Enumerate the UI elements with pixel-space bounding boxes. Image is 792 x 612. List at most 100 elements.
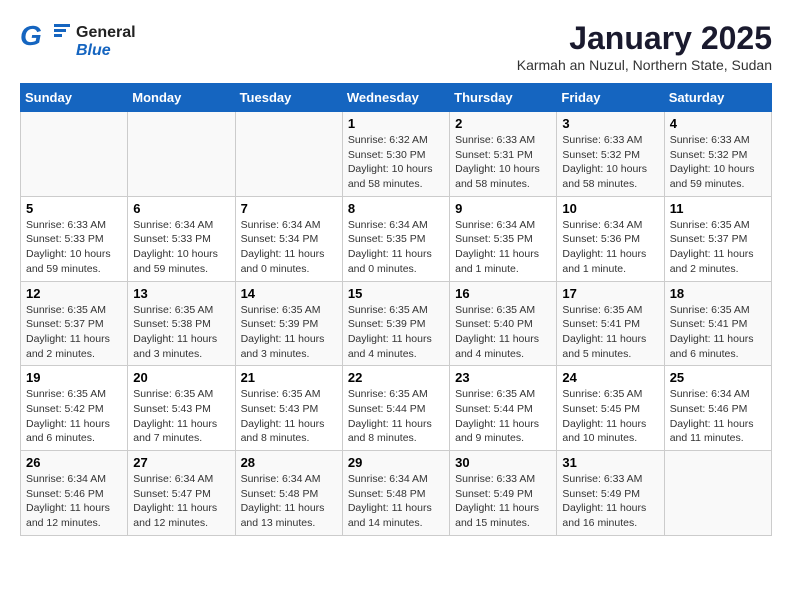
day-info: Sunrise: 6:35 AM Sunset: 5:37 PM Dayligh…	[670, 218, 766, 277]
month-title: January 2025	[517, 20, 772, 57]
logo-text-block: General Blue	[76, 24, 136, 59]
day-number: 30	[455, 455, 551, 470]
day-number: 27	[133, 455, 229, 470]
calendar-cell	[235, 112, 342, 197]
calendar-cell: 13 Sunrise: 6:35 AM Sunset: 5:38 PM Dayli…	[128, 281, 235, 366]
day-info: Sunrise: 6:34 AM Sunset: 5:46 PM Dayligh…	[670, 387, 766, 446]
day-info: Sunrise: 6:35 AM Sunset: 5:44 PM Dayligh…	[348, 387, 444, 446]
calendar-cell: 14 Sunrise: 6:35 AM Sunset: 5:39 PM Dayli…	[235, 281, 342, 366]
calendar-cell: 8 Sunrise: 6:34 AM Sunset: 5:35 PM Daylig…	[342, 196, 449, 281]
calendar-cell	[21, 112, 128, 197]
calendar-cell	[128, 112, 235, 197]
calendar-cell: 9Sunrise: 6:34 AM Sunset: 5:35 PM Daylig…	[450, 196, 557, 281]
day-info: Sunrise: 6:35 AM Sunset: 5:39 PM Dayligh…	[241, 303, 337, 362]
day-number: 5	[26, 201, 122, 216]
calendar-cell: 27 Sunrise: 6:34 AM Sunset: 5:47 PM Dayli…	[128, 451, 235, 536]
day-info: Sunrise: 6:35 AM Sunset: 5:43 PM Dayligh…	[133, 387, 229, 446]
day-number: 24	[562, 370, 658, 385]
logo-g-letter: G	[20, 20, 42, 52]
day-info: Sunrise: 6:35 AM Sunset: 5:37 PM Dayligh…	[26, 303, 122, 362]
day-number: 25	[670, 370, 766, 385]
day-info: Sunrise: 6:34 AM Sunset: 5:48 PM Dayligh…	[241, 472, 337, 531]
logo-blue: Blue	[76, 42, 136, 60]
day-number: 7	[241, 201, 337, 216]
calendar-cell: 17Sunrise: 6:35 AM Sunset: 5:41 PM Dayli…	[557, 281, 664, 366]
day-info: Sunrise: 6:32 AM Sunset: 5:30 PM Dayligh…	[348, 133, 444, 192]
day-number: 2	[455, 116, 551, 131]
calendar-cell: 31 Sunrise: 6:33 AM Sunset: 5:49 PM Dayli…	[557, 451, 664, 536]
day-number: 12	[26, 286, 122, 301]
day-info: Sunrise: 6:34 AM Sunset: 5:46 PM Dayligh…	[26, 472, 122, 531]
day-number: 17	[562, 286, 658, 301]
week-row-4: 19Sunrise: 6:35 AM Sunset: 5:42 PM Dayli…	[21, 366, 772, 451]
day-info: Sunrise: 6:33 AM Sunset: 5:49 PM Dayligh…	[455, 472, 551, 531]
day-info: Sunrise: 6:33 AM Sunset: 5:32 PM Dayligh…	[562, 133, 658, 192]
day-number: 20	[133, 370, 229, 385]
calendar-cell	[664, 451, 771, 536]
day-info: Sunrise: 6:35 AM Sunset: 5:44 PM Dayligh…	[455, 387, 551, 446]
day-header-saturday: Saturday	[664, 84, 771, 112]
week-row-2: 5Sunrise: 6:33 AM Sunset: 5:33 PM Daylig…	[21, 196, 772, 281]
day-header-wednesday: Wednesday	[342, 84, 449, 112]
day-info: Sunrise: 6:34 AM Sunset: 5:48 PM Dayligh…	[348, 472, 444, 531]
day-number: 13	[133, 286, 229, 301]
day-info: Sunrise: 6:33 AM Sunset: 5:49 PM Dayligh…	[562, 472, 658, 531]
week-row-3: 12 Sunrise: 6:35 AM Sunset: 5:37 PM Dayli…	[21, 281, 772, 366]
day-number: 31	[562, 455, 658, 470]
calendar-cell: 23 Sunrise: 6:35 AM Sunset: 5:44 PM Dayli…	[450, 366, 557, 451]
day-info: Sunrise: 6:34 AM Sunset: 5:34 PM Dayligh…	[241, 218, 337, 277]
day-number: 9	[455, 201, 551, 216]
day-number: 28	[241, 455, 337, 470]
day-number: 26	[26, 455, 122, 470]
calendar-cell: 16 Sunrise: 6:35 AM Sunset: 5:40 PM Dayli…	[450, 281, 557, 366]
logo: G General Blue	[20, 20, 136, 64]
day-number: 29	[348, 455, 444, 470]
day-info: Sunrise: 6:34 AM Sunset: 5:47 PM Dayligh…	[133, 472, 229, 531]
calendar-cell: 4Sunrise: 6:33 AM Sunset: 5:32 PM Daylig…	[664, 112, 771, 197]
day-header-thursday: Thursday	[450, 84, 557, 112]
week-row-5: 26 Sunrise: 6:34 AM Sunset: 5:46 PM Dayli…	[21, 451, 772, 536]
day-header-monday: Monday	[128, 84, 235, 112]
calendar-cell: 11 Sunrise: 6:35 AM Sunset: 5:37 PM Dayli…	[664, 196, 771, 281]
calendar-cell: 28 Sunrise: 6:34 AM Sunset: 5:48 PM Dayli…	[235, 451, 342, 536]
calendar-cell: 24 Sunrise: 6:35 AM Sunset: 5:45 PM Dayli…	[557, 366, 664, 451]
calendar-cell: 1Sunrise: 6:32 AM Sunset: 5:30 PM Daylig…	[342, 112, 449, 197]
day-header-friday: Friday	[557, 84, 664, 112]
day-number: 3	[562, 116, 658, 131]
calendar-cell: 18Sunrise: 6:35 AM Sunset: 5:41 PM Dayli…	[664, 281, 771, 366]
calendar-cell: 21 Sunrise: 6:35 AM Sunset: 5:43 PM Dayli…	[235, 366, 342, 451]
day-number: 21	[241, 370, 337, 385]
week-row-1: 1Sunrise: 6:32 AM Sunset: 5:30 PM Daylig…	[21, 112, 772, 197]
calendar-cell: 5Sunrise: 6:33 AM Sunset: 5:33 PM Daylig…	[21, 196, 128, 281]
day-info: Sunrise: 6:33 AM Sunset: 5:31 PM Dayligh…	[455, 133, 551, 192]
day-info: Sunrise: 6:35 AM Sunset: 5:38 PM Dayligh…	[133, 303, 229, 362]
calendar-cell: 20 Sunrise: 6:35 AM Sunset: 5:43 PM Dayli…	[128, 366, 235, 451]
day-number: 11	[670, 201, 766, 216]
day-info: Sunrise: 6:35 AM Sunset: 5:39 PM Dayligh…	[348, 303, 444, 362]
day-number: 22	[348, 370, 444, 385]
day-number: 8	[348, 201, 444, 216]
day-info: Sunrise: 6:35 AM Sunset: 5:45 PM Dayligh…	[562, 387, 658, 446]
day-header-tuesday: Tuesday	[235, 84, 342, 112]
calendar-cell: 2 Sunrise: 6:33 AM Sunset: 5:31 PM Daylig…	[450, 112, 557, 197]
day-number: 6	[133, 201, 229, 216]
day-info: Sunrise: 6:35 AM Sunset: 5:43 PM Dayligh…	[241, 387, 337, 446]
calendar-cell: 3 Sunrise: 6:33 AM Sunset: 5:32 PM Daylig…	[557, 112, 664, 197]
calendar-cell: 22 Sunrise: 6:35 AM Sunset: 5:44 PM Dayli…	[342, 366, 449, 451]
day-number: 16	[455, 286, 551, 301]
day-info: Sunrise: 6:33 AM Sunset: 5:32 PM Dayligh…	[670, 133, 766, 192]
day-info: Sunrise: 6:35 AM Sunset: 5:41 PM Dayligh…	[670, 303, 766, 362]
calendar-cell: 25 Sunrise: 6:34 AM Sunset: 5:46 PM Dayli…	[664, 366, 771, 451]
day-info: Sunrise: 6:34 AM Sunset: 5:33 PM Dayligh…	[133, 218, 229, 277]
calendar-table: SundayMondayTuesdayWednesdayThursdayFrid…	[20, 83, 772, 536]
day-info: Sunrise: 6:34 AM Sunset: 5:36 PM Dayligh…	[562, 218, 658, 277]
day-info: Sunrise: 6:34 AM Sunset: 5:35 PM Dayligh…	[348, 218, 444, 277]
day-number: 23	[455, 370, 551, 385]
location: Karmah an Nuzul, Northern State, Sudan	[517, 57, 772, 73]
title-block: January 2025 Karmah an Nuzul, Northern S…	[517, 20, 772, 73]
day-number: 14	[241, 286, 337, 301]
calendar-cell: 12 Sunrise: 6:35 AM Sunset: 5:37 PM Dayli…	[21, 281, 128, 366]
logo-general: General	[76, 24, 136, 42]
calendar-cell: 29 Sunrise: 6:34 AM Sunset: 5:48 PM Dayli…	[342, 451, 449, 536]
day-info: Sunrise: 6:35 AM Sunset: 5:40 PM Dayligh…	[455, 303, 551, 362]
